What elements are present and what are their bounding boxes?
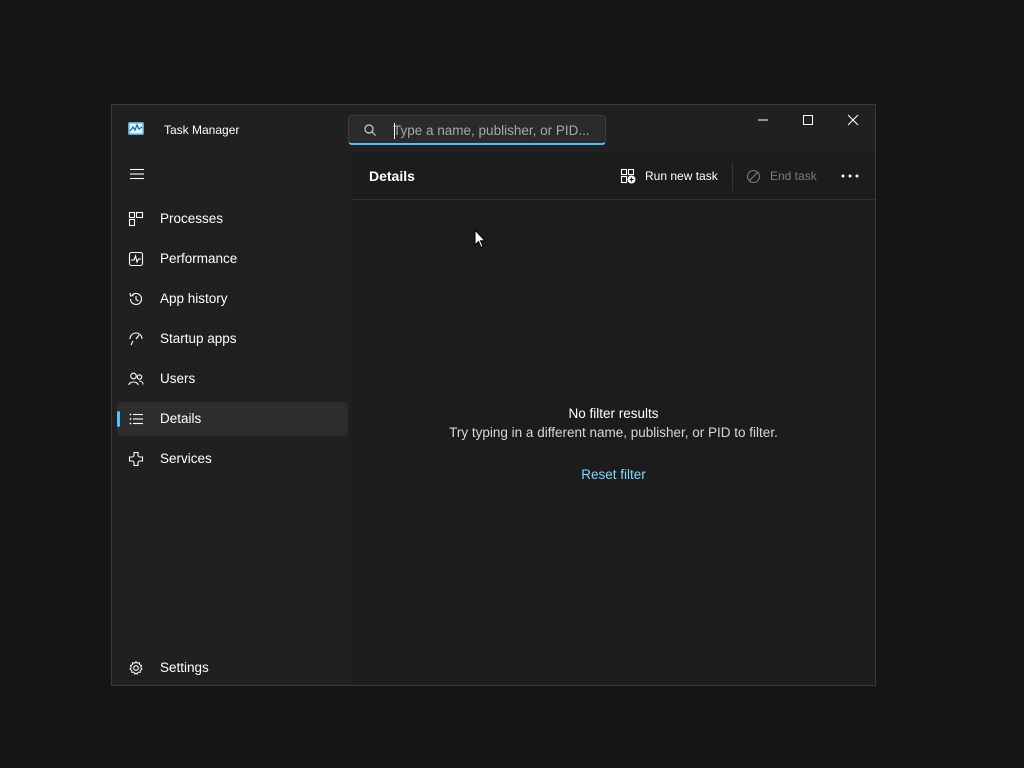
main-content: Details Run new task End task No filter …: [352, 153, 875, 685]
sidebar-item-label: Details: [160, 411, 202, 426]
sidebar-item-settings[interactable]: Settings: [117, 651, 348, 685]
app-history-icon: [129, 292, 143, 305]
sidebar-item-label: Startup apps: [160, 331, 237, 346]
sidebar-item-label: Services: [160, 451, 212, 466]
reset-filter-link[interactable]: Reset filter: [352, 467, 875, 482]
search-input[interactable]: [393, 119, 599, 141]
search-box[interactable]: [348, 115, 606, 145]
details-icon: [129, 413, 143, 425]
sidebar-item-services[interactable]: Services: [117, 442, 348, 476]
more-horizontal-icon: [841, 174, 859, 178]
title-bar[interactable]: Task Manager: [112, 105, 875, 153]
sidebar-item-label: Performance: [160, 251, 238, 266]
gear-icon: [129, 660, 143, 675]
search-icon: [364, 124, 376, 136]
navigation-sidebar: Processes Performance App history Startu…: [112, 153, 352, 685]
end-task-label: End task: [770, 169, 817, 183]
performance-icon: [128, 251, 144, 267]
maximize-icon: [803, 115, 813, 125]
empty-state-title: No filter results: [568, 406, 659, 421]
sidebar-item-label: Settings: [160, 660, 209, 675]
desktop-background: Task Manager Type a name, publisher, or …: [0, 0, 1024, 768]
services-icon: [128, 451, 144, 467]
run-new-task-button[interactable]: Run new task: [620, 161, 718, 191]
close-icon: [847, 114, 859, 126]
sidebar-item-performance[interactable]: Performance: [117, 242, 348, 276]
command-bar: Details Run new task End task: [352, 153, 875, 200]
text-caret: [394, 123, 395, 139]
minimize-button[interactable]: [740, 105, 786, 135]
sidebar-item-users[interactable]: Users: [117, 362, 348, 396]
sidebar-item-label: Processes: [160, 211, 224, 226]
app-title: Task Manager: [164, 123, 240, 137]
task-manager-window: Task Manager Type a name, publisher, or …: [111, 104, 876, 686]
sidebar-item-label: Users: [160, 371, 196, 386]
run-new-task-icon: [620, 168, 636, 184]
minimize-icon: [758, 119, 768, 121]
maximize-button[interactable]: [785, 105, 831, 135]
empty-state-subtitle: Try typing in a different name, publishe…: [449, 425, 778, 440]
selection-indicator: [117, 411, 120, 427]
sidebar-item-label: App history: [160, 291, 228, 306]
mouse-cursor-icon: [474, 229, 486, 249]
prohibited-icon: [746, 169, 761, 183]
run-new-task-label: Run new task: [645, 169, 718, 183]
page-title: Details: [369, 168, 415, 184]
task-manager-app-icon: [128, 122, 144, 135]
close-button[interactable]: [830, 105, 876, 135]
hamburger-icon: [130, 168, 144, 180]
users-icon: [128, 372, 144, 386]
startup-apps-icon: [129, 332, 143, 346]
processes-icon: [128, 211, 144, 227]
more-options-button[interactable]: [837, 163, 863, 189]
sidebar-item-details[interactable]: Details: [117, 402, 348, 436]
sidebar-item-startup-apps[interactable]: Startup apps: [117, 322, 348, 356]
sidebar-item-processes[interactable]: Processes: [117, 202, 348, 236]
toolbar-separator: [732, 163, 733, 191]
end-task-button[interactable]: End task: [746, 161, 817, 191]
sidebar-item-app-history[interactable]: App history: [117, 282, 348, 316]
hamburger-menu-button[interactable]: [120, 159, 154, 189]
